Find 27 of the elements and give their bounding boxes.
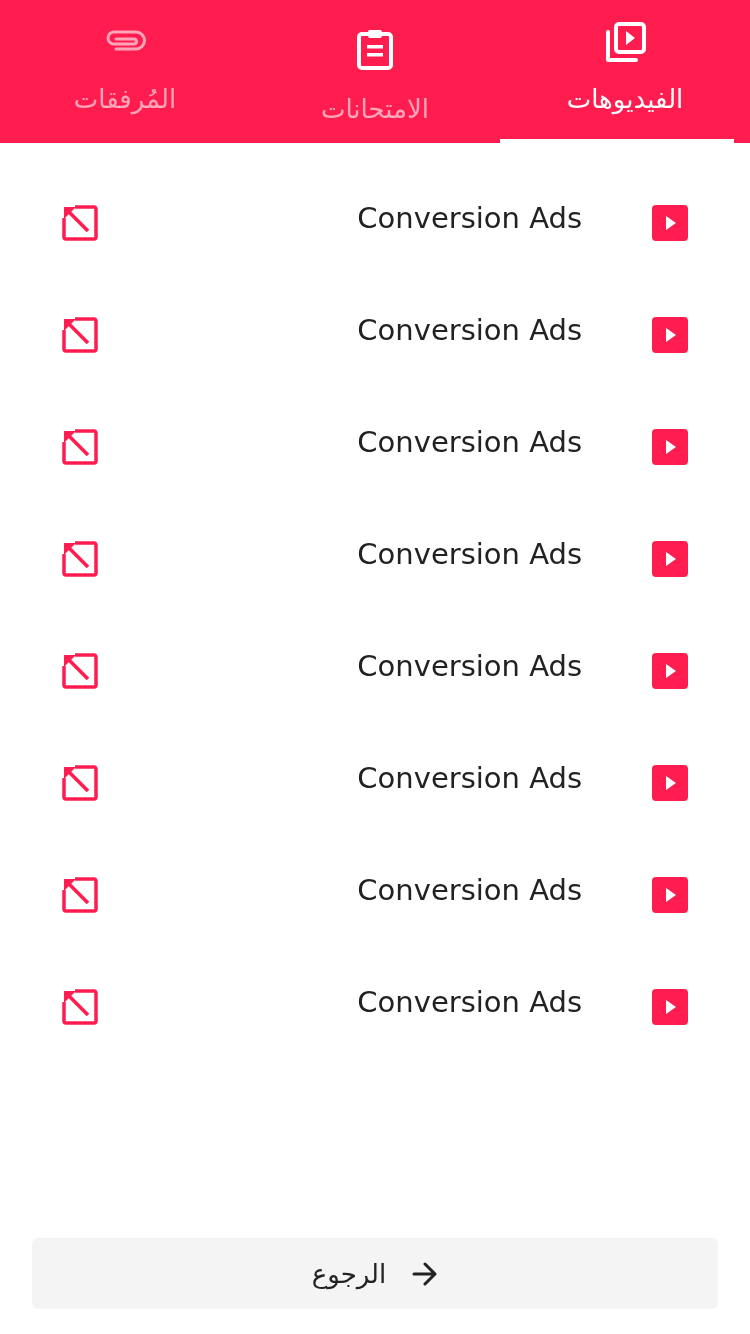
play-icon[interactable] (652, 205, 688, 241)
square-arrow-icon[interactable] (62, 429, 98, 465)
square-arrow-icon[interactable] (62, 317, 98, 353)
square-arrow-icon[interactable] (62, 653, 98, 689)
play-icon[interactable] (652, 653, 688, 689)
video-title[interactable]: Conversion Ads (357, 424, 582, 460)
square-arrow-icon[interactable] (62, 205, 98, 241)
video-title[interactable]: Conversion Ads (357, 536, 582, 572)
play-icon[interactable] (652, 989, 688, 1025)
video-title[interactable]: Conversion Ads (357, 312, 582, 348)
play-icon[interactable] (652, 317, 688, 353)
video-title[interactable]: Conversion Ads (357, 200, 582, 236)
play-icon[interactable] (652, 877, 688, 913)
video-title[interactable]: Conversion Ads (357, 872, 582, 908)
tab[interactable]: الفيديوهات (500, 0, 750, 143)
video-title[interactable]: Conversion Ads (357, 760, 582, 796)
arrow-right-icon (412, 1261, 439, 1286)
play-icon[interactable] (652, 429, 688, 465)
square-arrow-icon[interactable] (62, 765, 98, 801)
square-arrow-icon[interactable] (62, 989, 98, 1025)
square-arrow-icon[interactable] (62, 877, 98, 913)
square-arrow-icon[interactable] (62, 541, 98, 577)
play-icon[interactable] (652, 541, 688, 577)
video-title[interactable]: Conversion Ads (357, 984, 582, 1020)
play-icon[interactable] (652, 765, 688, 801)
back-button[interactable]: الرجوع (32, 1238, 718, 1309)
video-title[interactable]: Conversion Ads (357, 648, 582, 684)
